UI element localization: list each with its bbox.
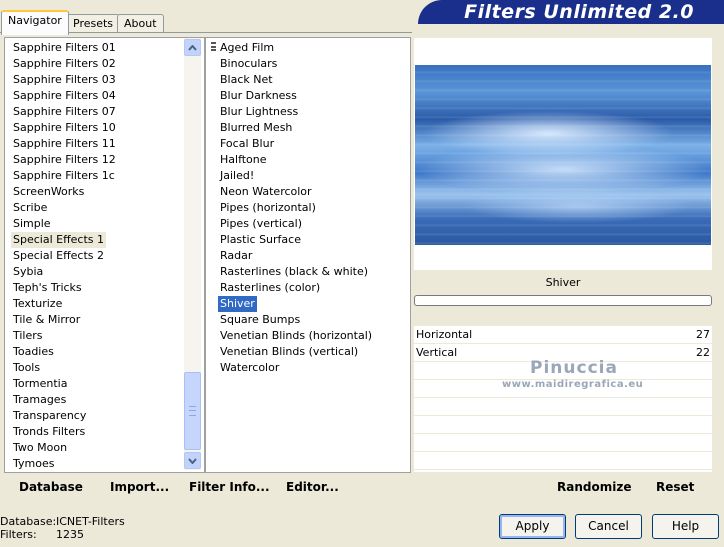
- banner-title: Filters Unlimited 2.0: [464, 1, 694, 23]
- parameter-row-empty: [414, 434, 712, 452]
- watermark-name: Pinuccia: [530, 358, 618, 378]
- preview-panel: [414, 38, 712, 270]
- parameter-value[interactable]: 22: [696, 344, 710, 361]
- filter-info-button[interactable]: Filter Info...: [189, 480, 270, 494]
- parameter-row-empty: [414, 416, 712, 434]
- filter-item[interactable]: Jailed!: [218, 168, 256, 184]
- filter-item[interactable]: Rasterlines (black & white): [218, 264, 370, 280]
- filter-item[interactable]: Blur Lightness: [218, 104, 300, 120]
- filter-item[interactable]: Venetian Blinds (horizontal): [218, 328, 374, 344]
- category-item[interactable]: Two Moon: [11, 440, 69, 456]
- category-item[interactable]: Sapphire Filters 1c: [11, 168, 117, 184]
- category-item[interactable]: Sapphire Filters 07: [11, 104, 118, 120]
- category-item[interactable]: Scribe: [11, 200, 49, 216]
- filter-item[interactable]: Radar: [218, 248, 254, 264]
- category-item[interactable]: Tools: [11, 360, 42, 376]
- filter-item[interactable]: Aged Film: [218, 40, 276, 56]
- category-item[interactable]: Transparency: [11, 408, 88, 424]
- watermark-url: www.maidiregrafica.eu: [502, 379, 644, 390]
- category-item[interactable]: Tymoes: [11, 456, 56, 472]
- grip-icon: [189, 406, 196, 416]
- filter-item[interactable]: Pipes (vertical): [218, 216, 304, 232]
- filter-item[interactable]: Binoculars: [218, 56, 279, 72]
- scroll-up-button[interactable]: [184, 39, 201, 56]
- filter-item[interactable]: Venetian Blinds (vertical): [218, 344, 360, 360]
- category-item[interactable]: ScreenWorks: [11, 184, 86, 200]
- filter-item[interactable]: Neon Watercolor: [218, 184, 314, 200]
- category-list[interactable]: Sapphire Filters 01 Sapphire Filters 02 Sa…: [4, 37, 205, 473]
- filter-item[interactable]: Square Bumps: [218, 312, 302, 328]
- filter-item[interactable]: Focal Blur: [218, 136, 276, 152]
- category-item[interactable]: Sapphire Filters 10: [11, 120, 118, 136]
- category-item[interactable]: Teph's Tricks: [11, 280, 84, 296]
- status-database: Database:ICNET-Filters: [0, 515, 125, 528]
- parameter-row-empty: [414, 452, 712, 470]
- filter-item[interactable]: Watercolor: [218, 360, 281, 376]
- category-item[interactable]: Simple: [11, 216, 53, 232]
- app-banner: Filters Unlimited 2.0: [418, 0, 724, 24]
- chevron-down-icon: [188, 457, 197, 464]
- database-button[interactable]: Database: [19, 480, 83, 494]
- filter-list[interactable]: Aged Film Binoculars Black Net Blur Darknes…: [205, 37, 411, 473]
- parameter-list: Horizontal 27 Vertical 22: [414, 326, 712, 472]
- category-item[interactable]: Sybia: [11, 264, 45, 280]
- filter-item[interactable]: Rasterlines (color): [218, 280, 322, 296]
- category-item[interactable]: Sapphire Filters 04: [11, 88, 118, 104]
- progress-bar: [414, 295, 712, 306]
- category-item[interactable]: Sapphire Filters 03: [11, 72, 118, 88]
- parameter-row[interactable]: Horizontal 27: [414, 326, 712, 344]
- current-filter-label: Shiver: [414, 272, 712, 294]
- category-item[interactable]: Toadies: [11, 344, 56, 360]
- list-grip-icon: [211, 42, 216, 51]
- category-item[interactable]: Special Effects 1: [11, 232, 107, 248]
- category-item[interactable]: Tronds Filters: [11, 424, 87, 440]
- filter-item[interactable]: Halftone: [218, 152, 269, 168]
- category-scrollbar[interactable]: [184, 38, 201, 470]
- filter-item[interactable]: Shiver: [218, 296, 257, 312]
- preview-image: [415, 65, 711, 245]
- status-filters-value: 1235: [56, 528, 84, 541]
- tab-presets[interactable]: Presets: [66, 14, 121, 33]
- filter-item[interactable]: Plastic Surface: [218, 232, 303, 248]
- help-button[interactable]: Help: [652, 514, 719, 539]
- category-item[interactable]: Sapphire Filters 01: [11, 40, 118, 56]
- parameter-value[interactable]: 27: [696, 326, 710, 343]
- category-item[interactable]: Tormentia: [11, 376, 69, 392]
- reset-button[interactable]: Reset: [656, 480, 694, 494]
- randomize-button[interactable]: Randomize: [557, 480, 631, 494]
- chevron-up-icon: [188, 44, 197, 51]
- parameter-name: Horizontal: [416, 328, 473, 341]
- category-item[interactable]: Special Effects 2: [11, 248, 106, 264]
- editor-button[interactable]: Editor...: [286, 480, 339, 494]
- scroll-down-button[interactable]: [184, 452, 201, 469]
- status-filters: Filters: 1235: [0, 528, 84, 541]
- apply-button[interactable]: Apply: [499, 514, 566, 539]
- parameter-name: Vertical: [416, 346, 458, 359]
- category-item[interactable]: Tile & Mirror: [11, 312, 82, 328]
- filter-item[interactable]: Black Net: [218, 72, 275, 88]
- category-item[interactable]: Sapphire Filters 02: [11, 56, 118, 72]
- parameter-row-empty: [414, 398, 712, 416]
- import-button[interactable]: Import...: [110, 480, 169, 494]
- category-item[interactable]: Tilers: [11, 328, 45, 344]
- tab-navigator[interactable]: Navigator: [1, 10, 69, 35]
- category-item[interactable]: Sapphire Filters 12: [11, 152, 118, 168]
- filter-item[interactable]: Pipes (horizontal): [218, 200, 318, 216]
- status-database-label: Database:: [0, 515, 57, 528]
- status-filters-label: Filters:: [0, 528, 37, 541]
- tab-about[interactable]: About: [117, 14, 164, 33]
- filter-item[interactable]: Blurred Mesh: [218, 120, 294, 136]
- cancel-button[interactable]: Cancel: [575, 514, 642, 539]
- scroll-thumb[interactable]: [184, 372, 201, 450]
- status-database-value: ICNET-Filters: [56, 515, 125, 528]
- category-item[interactable]: Sapphire Filters 11: [11, 136, 118, 152]
- filter-item[interactable]: Blur Darkness: [218, 88, 299, 104]
- category-item[interactable]: Tramages: [11, 392, 68, 408]
- category-item[interactable]: Texturize: [11, 296, 64, 312]
